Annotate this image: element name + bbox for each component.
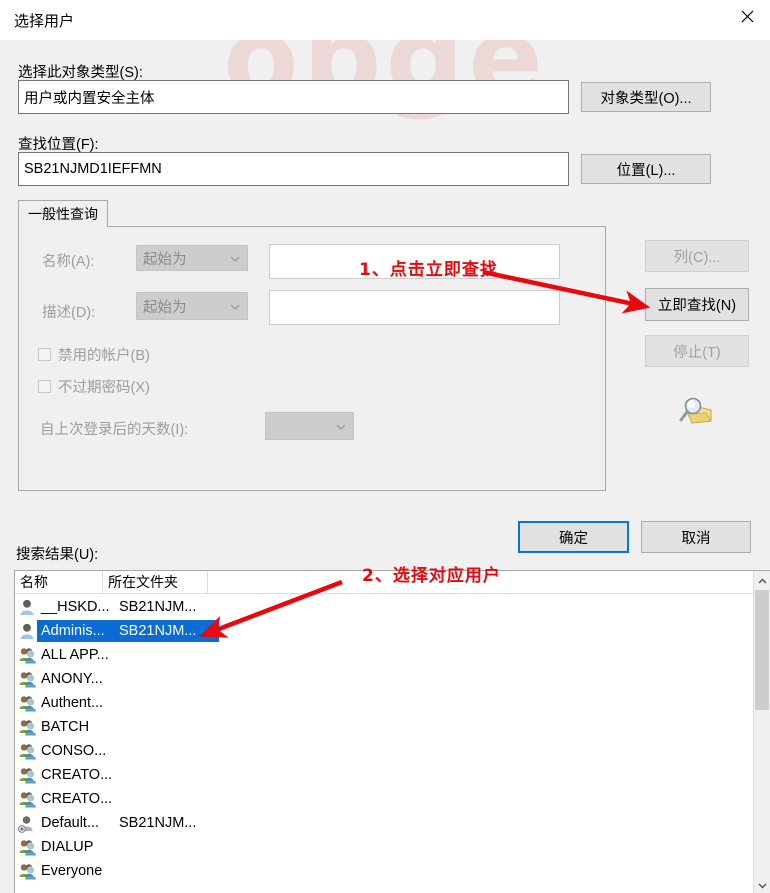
location-button[interactable]: 位置(L)...	[581, 154, 711, 184]
disabled-accounts-label: 禁用的帐户(B)	[58, 348, 150, 364]
results-list[interactable]: 名称 所在文件夹 __HSKD... SB21NJM... Adminis... SB…	[14, 570, 770, 893]
name-label: 名称(A):	[42, 254, 95, 270]
column-header-extra[interactable]	[208, 571, 740, 593]
user-disabled-icon	[18, 814, 37, 833]
table-row[interactable]: Everyone	[15, 859, 741, 883]
tab-panel-joint	[19, 225, 107, 227]
cell-name: Adminis...	[41, 623, 105, 639]
cell-folder: SB21NJM...	[119, 599, 197, 615]
user-icon	[18, 598, 37, 617]
group-icon	[18, 838, 37, 857]
table-row[interactable]: ALL APP...	[15, 643, 741, 667]
search-magnifier-icon	[678, 396, 714, 428]
results-scrollbar[interactable]	[753, 571, 770, 893]
group-icon	[18, 670, 37, 689]
days-since-logon-label: 自上次登录后的天数(I):	[40, 422, 189, 438]
cell-name: Authent...	[41, 695, 104, 711]
name-value-input[interactable]	[269, 244, 560, 279]
cell-name: ANONY...	[41, 671, 103, 687]
name-condition-select[interactable]: 起始为	[136, 245, 248, 271]
title-bar: 选择用户	[0, 0, 770, 40]
table-row[interactable]: DIALUP	[15, 835, 741, 859]
user-icon	[18, 622, 37, 641]
table-row[interactable]: Adminis... SB21NJM...	[15, 619, 741, 643]
column-header-name[interactable]: 名称	[15, 571, 103, 593]
cell-name: Everyone	[41, 863, 103, 879]
close-button[interactable]	[724, 0, 770, 32]
table-row[interactable]: Default... SB21NJM...	[15, 811, 741, 835]
close-icon	[741, 10, 754, 23]
results-label: 搜索结果(U):	[16, 547, 99, 563]
table-row[interactable]: Authent...	[15, 691, 741, 715]
cell-name: BATCH	[41, 719, 90, 735]
table-row[interactable]: CREATO...	[15, 763, 741, 787]
group-icon	[18, 790, 37, 809]
description-condition-value: 起始为	[143, 299, 187, 316]
description-value-input[interactable]	[269, 290, 560, 325]
chevron-down-icon	[336, 418, 346, 434]
non-expiring-password-label: 不过期密码(X)	[58, 380, 150, 396]
cell-name: CREATO...	[41, 791, 113, 807]
table-row[interactable]: BATCH	[15, 715, 741, 739]
columns-button[interactable]: 列(C)...	[645, 240, 749, 272]
cell-name: ALL APP...	[41, 647, 109, 663]
select-user-dialog: obge 选择用户 选择此对象类型(S): 用户或内置安全主体 对象类型(O).…	[0, 0, 770, 893]
location-input[interactable]: SB21NJMD1IEFFMN	[18, 152, 569, 186]
checkbox-box	[38, 348, 51, 361]
page-title: 选择用户	[14, 13, 75, 30]
chevron-up-icon	[758, 571, 767, 589]
group-icon	[18, 862, 37, 881]
table-row[interactable]: CONSO...	[15, 739, 741, 763]
cell-name: CONSO...	[41, 743, 107, 759]
cell-name: DIALUP	[41, 839, 94, 855]
scrollbar-thumb[interactable]	[755, 590, 769, 710]
cell-name: Default...	[41, 815, 100, 831]
days-since-logon-select[interactable]	[265, 412, 354, 440]
cancel-button[interactable]: 取消	[641, 521, 751, 553]
location-label: 查找位置(F):	[18, 137, 99, 153]
object-type-button[interactable]: 对象类型(O)...	[581, 82, 711, 112]
description-label: 描述(D):	[42, 305, 96, 321]
cell-folder: SB21NJM...	[119, 623, 197, 639]
group-icon	[18, 694, 37, 713]
table-row[interactable]: __HSKD... SB21NJM...	[15, 595, 741, 619]
cell-folder: SB21NJM...	[119, 815, 197, 831]
object-type-input[interactable]: 用户或内置安全主体	[18, 80, 569, 114]
table-row[interactable]: CREATO...	[15, 787, 741, 811]
cell-name: CREATO...	[41, 767, 113, 783]
tab-general-query[interactable]: 一般性查询	[18, 200, 108, 227]
non-expiring-password-checkbox[interactable]: 不过期密码(X)	[38, 376, 150, 397]
ok-button[interactable]: 确定	[518, 521, 629, 553]
stop-button[interactable]: 停止(T)	[645, 335, 749, 367]
chevron-down-icon	[230, 298, 240, 314]
scroll-up-button[interactable]	[754, 571, 770, 588]
scroll-down-button[interactable]	[754, 876, 770, 893]
checkbox-box	[38, 380, 51, 393]
chevron-down-icon	[230, 250, 240, 266]
cell-name: __HSKD...	[41, 599, 110, 615]
description-condition-select[interactable]: 起始为	[136, 292, 248, 320]
group-icon	[18, 718, 37, 737]
find-now-button[interactable]: 立即查找(N)	[645, 288, 749, 321]
group-icon	[18, 742, 37, 761]
table-row[interactable]: ANONY...	[15, 667, 741, 691]
disabled-accounts-checkbox[interactable]: 禁用的帐户(B)	[38, 344, 150, 365]
name-condition-value: 起始为	[143, 251, 187, 268]
chevron-down-icon	[758, 876, 767, 893]
group-icon	[18, 766, 37, 785]
column-header-folder[interactable]: 所在文件夹	[103, 571, 208, 593]
group-icon	[18, 646, 37, 665]
results-list-header: 名称 所在文件夹	[15, 571, 770, 594]
object-type-label: 选择此对象类型(S):	[18, 65, 143, 81]
